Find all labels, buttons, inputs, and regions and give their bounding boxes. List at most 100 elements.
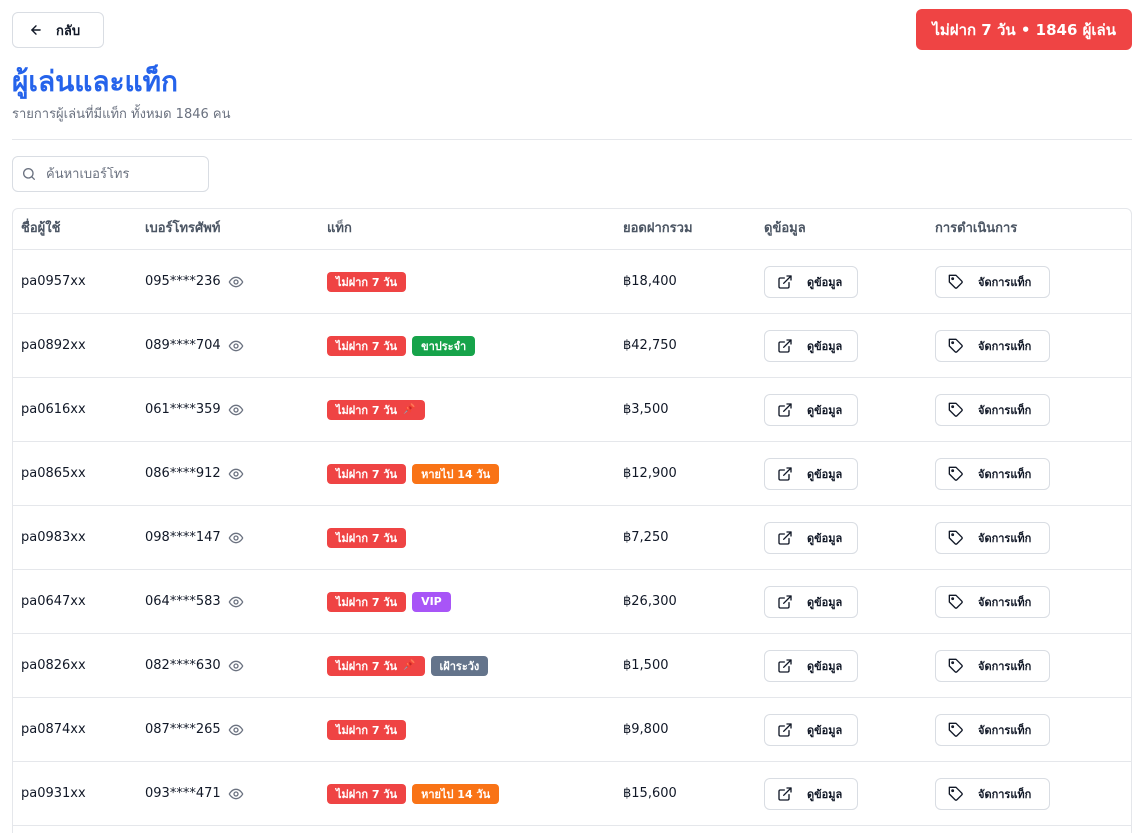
total-deposit-cell: ฿12,900 xyxy=(623,442,677,505)
inactive-players-alert[interactable]: ไม่ฝาก 7 วัน • 1846 ผู้เล่น xyxy=(916,9,1132,50)
eye-icon[interactable] xyxy=(228,466,244,482)
external-link-icon xyxy=(778,722,792,737)
view-details-button[interactable]: ดูข้อมูล xyxy=(764,713,858,746)
tag-label: ไม่ฝาก 7 วัน xyxy=(336,723,398,737)
phone-number: 086****912 xyxy=(145,466,221,481)
view-details-button[interactable]: ดูข้อมูล xyxy=(764,457,858,490)
actions-cell: จัดการแท็ก xyxy=(935,570,1050,633)
view-details-label: ดูข้อมูล xyxy=(807,403,843,417)
username: pa0865xx xyxy=(21,466,86,481)
eye-icon[interactable] xyxy=(228,658,244,674)
phone-number: 098****147 xyxy=(145,530,221,545)
back-button[interactable]: กลับ xyxy=(12,12,104,48)
total-deposit-cell: ฿18,400 xyxy=(623,250,677,313)
column-header-total-deposit: ยอดฝากรวม xyxy=(623,221,693,236)
tags-cell: ไม่ฝาก 7 วัน xyxy=(327,506,412,569)
username-cell: pa0647xx xyxy=(21,570,86,633)
manage-tags-button[interactable]: จัดการแท็ก xyxy=(935,521,1050,554)
eye-icon[interactable] xyxy=(228,274,244,290)
tags-cell: ไม่ฝาก 7 วัน xyxy=(327,698,412,761)
view-cell: ดูข้อมูล xyxy=(764,506,858,569)
total-deposit-cell: ฿7,250 xyxy=(623,506,669,569)
external-link-icon xyxy=(778,530,792,545)
phone-number: 095****236 xyxy=(145,274,221,289)
total-deposit: ฿1,500 xyxy=(623,658,669,673)
total-deposit-cell: ฿42,750 xyxy=(623,314,677,377)
eye-icon[interactable] xyxy=(228,530,244,546)
tag-icon xyxy=(948,274,963,289)
view-details-button[interactable]: ดูข้อมูล xyxy=(764,649,858,682)
header-divider xyxy=(12,139,1132,140)
actions-cell: จัดการแท็ก xyxy=(935,378,1050,441)
tag-badge: ไม่ฝาก 7 วัน xyxy=(327,527,407,548)
actions-cell: จัดการแท็ก xyxy=(935,314,1050,377)
manage-tags-label: จัดการแท็ก xyxy=(978,339,1032,353)
view-details-button[interactable]: ดูข้อมูล xyxy=(764,265,858,298)
table-row: pa0865xx 086****912 ไม่ฝาก 7 วัน หายไป 14… xyxy=(13,442,1131,506)
eye-icon[interactable] xyxy=(228,338,244,354)
view-details-button[interactable]: ดูข้อมูล xyxy=(764,521,858,554)
total-deposit: ฿12,900 xyxy=(623,466,677,481)
manage-tags-button[interactable]: จัดการแท็ก xyxy=(935,777,1050,810)
manage-tags-button[interactable]: จัดการแท็ก xyxy=(935,585,1050,618)
phone-number: 087****265 xyxy=(145,722,221,737)
total-deposit: ฿26,300 xyxy=(623,594,677,609)
search-input[interactable] xyxy=(46,166,196,182)
view-cell: ดูข้อมูล xyxy=(764,634,858,697)
eye-icon[interactable] xyxy=(228,722,244,738)
phone-cell: 061****359 xyxy=(145,378,244,441)
tag-badge: ขาประจำ xyxy=(412,335,476,356)
tag-label: เฝ้าระวัง xyxy=(439,659,480,673)
manage-tags-button[interactable]: จัดการแท็ก xyxy=(935,265,1050,298)
tags-cell: ไม่ฝาก 7 วัน หายไป 14 วัน xyxy=(327,442,505,505)
eye-icon[interactable] xyxy=(228,402,244,418)
tag-label: หายไป 14 วัน xyxy=(421,787,491,801)
manage-tags-button[interactable]: จัดการแท็ก xyxy=(935,457,1050,490)
back-button-label: กลับ xyxy=(56,23,81,39)
players-table: ชื่อผู้ใช้ เบอร์โทรศัพท์ แท็ก ยอดฝากรวม … xyxy=(12,208,1132,833)
tag-label: ไม่ฝาก 7 วัน xyxy=(336,339,398,353)
tag-icon xyxy=(948,338,963,353)
phone-number: 089****704 xyxy=(145,338,221,353)
actions-cell: จัดการแท็ก xyxy=(935,634,1050,697)
manage-tags-button[interactable]: จัดการแท็ก xyxy=(935,713,1050,746)
total-deposit-cell: ฿15,600 xyxy=(623,762,677,825)
manage-tags-button[interactable]: จัดการแท็ก xyxy=(935,329,1050,362)
view-cell: ดูข้อมูล xyxy=(764,250,858,313)
username-cell: pa0983xx xyxy=(21,506,86,569)
tags-cell: ไม่ฝาก 7 วัน หายไป 14 วัน xyxy=(327,762,505,825)
tag-icon xyxy=(948,466,963,481)
tag-badge: ไม่ฝาก 7 วัน xyxy=(327,335,407,356)
top-bar: กลับ ไม่ฝาก 7 วัน • 1846 ผู้เล่น xyxy=(12,9,1132,50)
tag-icon xyxy=(948,402,963,417)
view-details-label: ดูข้อมูล xyxy=(807,787,843,801)
view-details-label: ดูข้อมูล xyxy=(807,467,843,481)
total-deposit: ฿7,250 xyxy=(623,530,669,545)
username-cell: pa0874xx xyxy=(21,698,86,761)
view-details-button[interactable]: ดูข้อมูล xyxy=(764,585,858,618)
phone-cell: 089****704 xyxy=(145,314,244,377)
tags-cell: ไม่ฝาก 7 วัน 📌 xyxy=(327,378,431,441)
username-cell: pa0826xx xyxy=(21,634,86,697)
phone-cell: 098****147 xyxy=(145,506,244,569)
manage-tags-button[interactable]: จัดการแท็ก xyxy=(935,649,1050,682)
username: pa0892xx xyxy=(21,338,86,353)
actions-cell: จัดการแท็ก xyxy=(935,698,1050,761)
manage-tags-button[interactable]: จัดการแท็ก xyxy=(935,393,1050,426)
view-details-button[interactable]: ดูข้อมูล xyxy=(764,393,858,426)
eye-icon[interactable] xyxy=(228,594,244,610)
table-row: pa0983xx 098****147 ไม่ฝาก 7 วัน ฿7,250 … xyxy=(13,506,1131,570)
search-box xyxy=(12,156,209,192)
search-icon xyxy=(23,168,35,180)
tag-icon xyxy=(948,786,963,801)
external-link-icon xyxy=(778,594,792,609)
tag-label: ไม่ฝาก 7 วัน xyxy=(336,595,398,609)
phone-number: 082****630 xyxy=(145,658,221,673)
username: pa0874xx xyxy=(21,722,86,737)
view-details-button[interactable]: ดูข้อมูล xyxy=(764,329,858,362)
eye-icon[interactable] xyxy=(228,786,244,802)
table-row: pa0931xx 093****471 ไม่ฝาก 7 วัน หายไป 14… xyxy=(13,762,1131,826)
manage-tags-label: จัดการแท็ก xyxy=(978,275,1032,289)
view-details-button[interactable]: ดูข้อมูล xyxy=(764,777,858,810)
view-cell: ดูข้อมูล xyxy=(764,698,858,761)
